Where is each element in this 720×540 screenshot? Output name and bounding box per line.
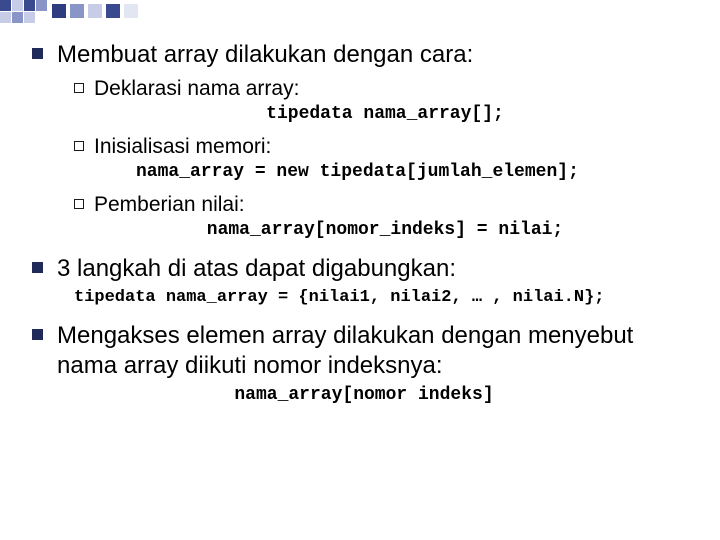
sub-text: Deklarasi nama array:: [94, 76, 299, 102]
code-akses: nama_array[nomor indeks]: [32, 385, 696, 405]
bullet-akses: Mengakses elemen array dilakukan dengan …: [32, 321, 696, 381]
code-gabung: tipedata nama_array = {nilai1, nilai2, ……: [74, 288, 696, 307]
sub-rest: nilai:: [196, 193, 245, 216]
sub-bullet-inisialisasi: Inisialisasi memori:: [74, 134, 696, 160]
code-inisialisasi: nama_array = new tipedata[jumlah_elemen]…: [136, 162, 696, 182]
sub-text: Inisialisasi memori:: [94, 134, 271, 160]
sub-bullet-deklarasi: Deklarasi nama array:: [74, 76, 696, 102]
bullet-create-array: Membuat array dilakukan dengan cara:: [32, 40, 696, 70]
sub-label: Pemberian: [94, 193, 196, 216]
filled-square-icon: [32, 329, 43, 340]
code-deklarasi: tipedata nama_array[];: [74, 104, 696, 124]
bullet-text: 3 langkah di atas dapat digabungkan:: [57, 254, 456, 284]
code-pemberian: nama_array[nomor_indeks] = nilai;: [74, 220, 696, 240]
hollow-square-icon: [74, 141, 84, 151]
sub-label: Deklarasi: [94, 77, 182, 100]
bullet-text: Mengakses elemen array dilakukan dengan …: [57, 321, 696, 381]
hollow-square-icon: [74, 199, 84, 209]
sub-rest: memori:: [190, 135, 272, 158]
filled-square-icon: [32, 48, 43, 59]
slide-content: Membuat array dilakukan dengan cara: Dek…: [32, 40, 696, 419]
sub-label: Inisialisasi: [94, 135, 190, 158]
hollow-square-icon: [74, 83, 84, 93]
corner-decoration: [0, 0, 170, 28]
bullet-text: Membuat array dilakukan dengan cara:: [57, 40, 473, 70]
bullet-gabung: 3 langkah di atas dapat digabungkan:: [32, 254, 696, 284]
sub-text: Pemberian nilai:: [94, 192, 245, 218]
sub-rest: nama array:: [182, 77, 300, 100]
filled-square-icon: [32, 262, 43, 273]
sub-bullet-pemberian: Pemberian nilai:: [74, 192, 696, 218]
